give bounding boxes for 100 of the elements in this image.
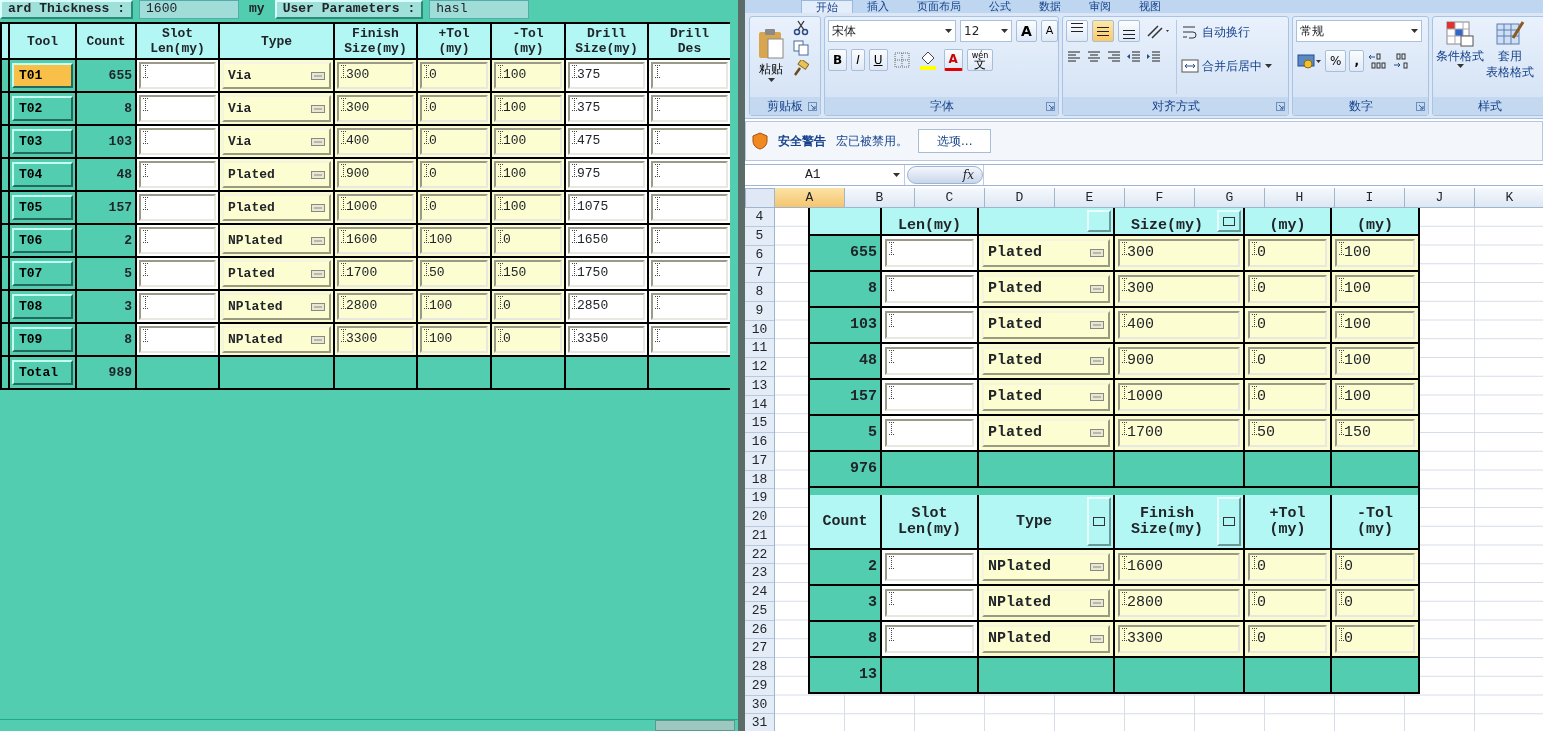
- minus-tolerance-field[interactable]: 100: [494, 128, 562, 155]
- finish-size-field[interactable]: 1600: [1118, 553, 1240, 581]
- finish-size-field[interactable]: 900: [337, 161, 414, 188]
- plus-tolerance-field[interactable]: 100: [420, 227, 488, 254]
- plus-tolerance-field[interactable]: 0: [1248, 625, 1327, 653]
- minus-tolerance-field[interactable]: 0: [1335, 589, 1415, 617]
- italic-button[interactable]: I: [851, 49, 865, 71]
- row-number[interactable]: 7: [745, 264, 774, 283]
- ribbon-tab[interactable]: 公式: [975, 0, 1025, 13]
- plus-tolerance-field[interactable]: 100: [420, 326, 488, 353]
- plus-tolerance-field[interactable]: 0: [1248, 275, 1327, 303]
- grow-font-button[interactable]: A: [1016, 20, 1037, 42]
- row-number[interactable]: 8: [745, 283, 774, 302]
- finish-size-field[interactable]: 2800: [1118, 589, 1240, 617]
- dialog-launcher-icon[interactable]: [1416, 102, 1425, 111]
- vertical-align-button[interactable]: [1118, 20, 1140, 42]
- type-dropdown[interactable]: NPlated: [222, 227, 331, 254]
- minus-tolerance-field[interactable]: 100: [494, 194, 562, 221]
- brush-icon[interactable]: [793, 60, 809, 76]
- plus-tolerance-field[interactable]: 50: [1248, 419, 1327, 447]
- slot-length-field[interactable]: [885, 553, 974, 581]
- minus-tolerance-field[interactable]: 100: [1335, 347, 1415, 375]
- tool-button[interactable]: T04: [12, 162, 73, 187]
- ribbon-tab[interactable]: 视图: [1125, 0, 1175, 13]
- tool-button[interactable]: T05: [12, 195, 73, 220]
- type-dropdown[interactable]: NPlated: [982, 625, 1110, 653]
- type-dropdown[interactable]: Plated: [222, 194, 331, 221]
- row-number[interactable]: 25: [745, 601, 774, 621]
- number-format-field[interactable]: 常规: [1296, 20, 1422, 42]
- slot-length-field[interactable]: [139, 161, 216, 188]
- slot-length-field[interactable]: [139, 128, 216, 155]
- plus-tolerance-field[interactable]: 0: [1248, 347, 1327, 375]
- font-color-button[interactable]: A: [943, 49, 963, 71]
- drill-description-field[interactable]: [651, 128, 728, 155]
- finish-size-field[interactable]: 300: [337, 62, 414, 89]
- finish-size-field[interactable]: 900: [1118, 347, 1240, 375]
- row-number[interactable]: 21: [745, 526, 774, 546]
- decrease-indent-icon[interactable]: [1126, 49, 1142, 65]
- tool-button[interactable]: T09: [12, 327, 73, 352]
- plus-tolerance-field[interactable]: 0: [1248, 239, 1327, 267]
- minus-tolerance-field[interactable]: 0: [494, 293, 562, 320]
- plus-tolerance-field[interactable]: 50: [420, 260, 488, 287]
- minus-tolerance-field[interactable]: 0: [1335, 625, 1415, 653]
- column-header[interactable]: J: [1405, 188, 1475, 208]
- row-number[interactable]: 6: [745, 245, 774, 265]
- minus-tolerance-field[interactable]: 100: [494, 161, 562, 188]
- finish-size-field[interactable]: 400: [337, 128, 414, 155]
- type-dropdown[interactable]: Plated: [222, 161, 331, 188]
- finish-size-field[interactable]: 300: [1118, 239, 1240, 267]
- drill-description-field[interactable]: [651, 194, 728, 221]
- slot-length-field[interactable]: [885, 419, 974, 447]
- increase-indent-icon[interactable]: [1146, 49, 1162, 65]
- scissors-icon[interactable]: [793, 20, 809, 36]
- drill-description-field[interactable]: [651, 260, 728, 287]
- type-dropdown[interactable]: Via: [222, 128, 331, 155]
- underline-button[interactable]: U: [868, 49, 888, 71]
- dialog-launcher-icon[interactable]: [1046, 102, 1055, 111]
- row-number[interactable]: 24: [745, 583, 774, 602]
- finish-size-field[interactable]: 2800: [337, 293, 414, 320]
- drill-description-field[interactable]: [651, 227, 728, 254]
- drill-size-field[interactable]: 1750: [568, 260, 645, 287]
- tool-button[interactable]: T01: [12, 63, 73, 88]
- row-number[interactable]: 15: [745, 414, 774, 433]
- row-number[interactable]: 20: [745, 508, 774, 527]
- type-dropdown[interactable]: Plated: [982, 347, 1110, 375]
- parameter-field[interactable]: hasl: [429, 0, 530, 19]
- minus-tolerance-field[interactable]: 0: [494, 326, 562, 353]
- plus-tolerance-field[interactable]: 0: [1248, 383, 1327, 411]
- row-number[interactable]: 11: [745, 339, 774, 358]
- drill-size-field[interactable]: 975: [568, 161, 645, 188]
- name-box[interactable]: A1: [745, 165, 905, 185]
- slot-length-field[interactable]: [885, 311, 974, 339]
- finish-size-field[interactable]: 1700: [1118, 419, 1240, 447]
- function-button[interactable]: fx: [907, 166, 983, 184]
- column-header[interactable]: B: [845, 188, 915, 208]
- tool-button[interactable]: T08: [12, 294, 73, 319]
- drill-size-field[interactable]: 375: [568, 62, 645, 89]
- type-dropdown[interactable]: NPlated: [222, 326, 331, 353]
- total-button[interactable]: Total: [12, 360, 73, 385]
- ribbon-tab[interactable]: 审阅: [1075, 0, 1125, 13]
- row-number[interactable]: 18: [745, 470, 774, 490]
- type-dropdown[interactable]: Plated: [222, 260, 331, 287]
- tool-button[interactable]: T03: [12, 129, 73, 154]
- slot-length-field[interactable]: [885, 239, 974, 267]
- row-number[interactable]: 17: [745, 451, 774, 471]
- type-dropdown[interactable]: NPlated: [982, 589, 1110, 617]
- plus-tolerance-field[interactable]: 0: [420, 161, 488, 188]
- column-header[interactable]: C: [915, 188, 985, 208]
- options-button[interactable]: 选项...: [918, 129, 992, 153]
- finish-size-field[interactable]: 3300: [1118, 625, 1240, 653]
- table-format-button[interactable]: 套用 表格格式: [1486, 20, 1534, 94]
- header-button[interactable]: [1087, 497, 1111, 546]
- slot-length-field[interactable]: [139, 326, 216, 353]
- row-number[interactable]: 28: [745, 658, 774, 677]
- plus-tolerance-field[interactable]: 100: [420, 293, 488, 320]
- column-header[interactable]: F: [1125, 188, 1195, 208]
- drill-description-field[interactable]: [651, 161, 728, 188]
- parameter-field[interactable]: 1600: [139, 0, 240, 19]
- row-number[interactable]: 10: [745, 320, 774, 340]
- slot-length-field[interactable]: [139, 194, 216, 221]
